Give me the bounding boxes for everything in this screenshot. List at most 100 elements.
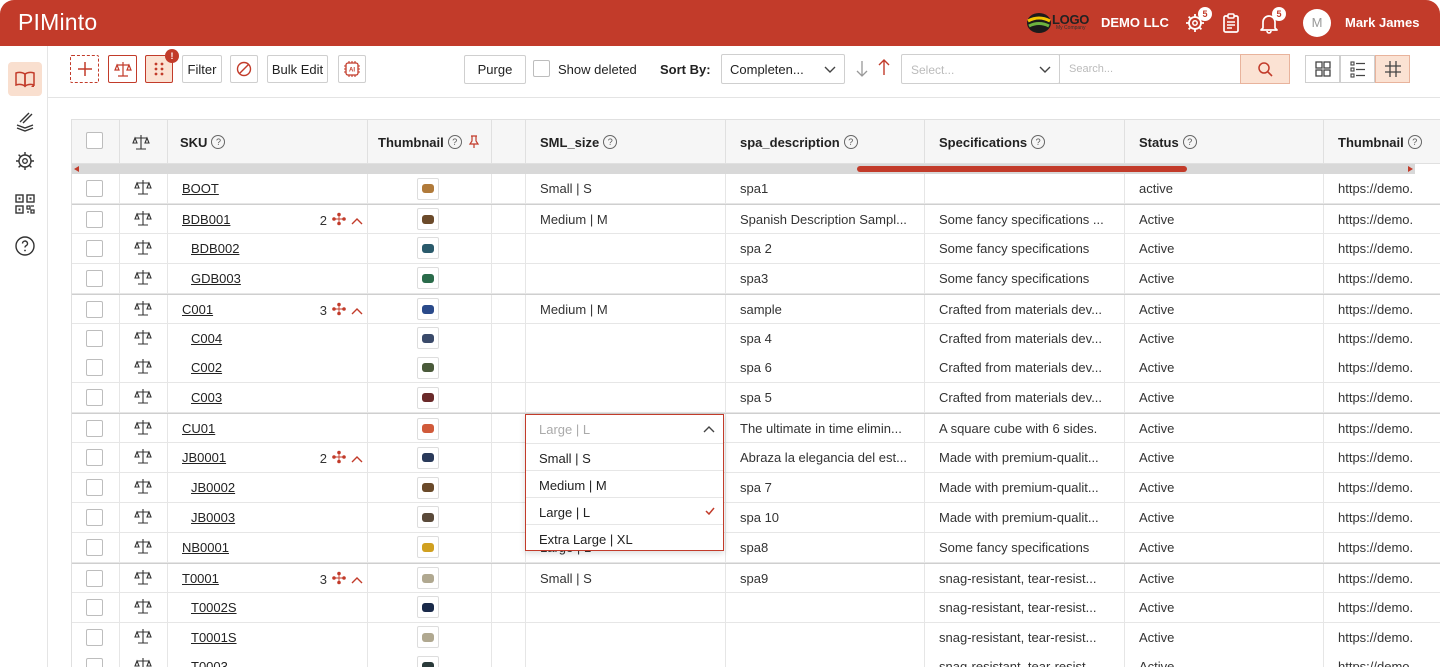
sku-link[interactable]: GDB003	[191, 271, 241, 286]
table-row[interactable]: T0002S snag-resistant, tear-resist... Acti…	[72, 592, 1440, 623]
row-checkbox[interactable]	[86, 239, 103, 257]
product-thumbnail[interactable]	[417, 476, 439, 499]
row-checkbox[interactable]	[86, 329, 103, 347]
size-option[interactable]: Medium | M	[526, 471, 723, 498]
table-row[interactable]: BDB001 2 Medium | M Spanish Description Sam…	[72, 203, 1440, 234]
sku-link[interactable]: BDB001	[182, 212, 230, 227]
ai-button[interactable]: AI	[338, 55, 366, 83]
help-icon[interactable]: ?	[603, 135, 618, 149]
scale-icon[interactable]	[134, 209, 152, 230]
sku-link[interactable]: NB0001	[182, 540, 229, 555]
column-options-button[interactable]: !	[145, 49, 179, 83]
spa-description-cell[interactable]: Spanish Description Sampl...	[726, 204, 925, 234]
size-dropdown-current[interactable]: Large | L	[526, 415, 723, 444]
status-cell[interactable]: Active	[1125, 204, 1324, 234]
scale-icon[interactable]	[134, 328, 152, 349]
sku-link[interactable]: CU01	[182, 421, 215, 436]
specifications-cell[interactable]: snag-resistant, tear-resist...	[925, 622, 1125, 652]
table-row[interactable]: BDB002 spa 2 Some fancy specifications Acti…	[72, 233, 1440, 264]
thumbnail-url-cell[interactable]: https://demo.	[1324, 264, 1440, 293]
product-thumbnail[interactable]	[417, 506, 439, 529]
specifications-cell[interactable]: Some fancy specifications ...	[925, 204, 1125, 234]
sidebar-item-settings[interactable]	[8, 144, 42, 178]
sort-ascending-icon[interactable]	[878, 58, 890, 76]
row-checkbox[interactable]	[86, 359, 103, 377]
sku-link[interactable]: C003	[191, 390, 222, 405]
sml-size-cell[interactable]: Medium | M	[526, 294, 726, 324]
sku-link[interactable]: BOOT	[182, 181, 219, 196]
help-icon[interactable]: ?	[843, 135, 858, 149]
status-cell[interactable]: Active	[1125, 473, 1324, 502]
spa-description-cell[interactable]: spa3	[726, 263, 925, 293]
product-thumbnail[interactable]	[417, 417, 439, 440]
size-option[interactable]: Extra Large | XL	[526, 525, 723, 552]
sku-link[interactable]: JB0001	[182, 450, 226, 465]
spa-description-cell[interactable]: spa 2	[726, 233, 925, 263]
row-checkbox[interactable]	[86, 269, 103, 287]
thumbnail-url-cell[interactable]: https://demo.	[1324, 205, 1440, 234]
avatar[interactable]: M	[1303, 9, 1331, 37]
product-thumbnail[interactable]	[417, 626, 439, 648]
thumbnail-url-cell[interactable]: https://demo.	[1324, 383, 1440, 412]
spa-description-cell[interactable]: spa8	[726, 532, 925, 562]
scale-icon[interactable]	[134, 299, 152, 320]
product-thumbnail[interactable]	[417, 536, 439, 559]
specifications-cell[interactable]: snag-resistant, tear-resist...	[925, 563, 1125, 593]
sml-size-cell[interactable]	[526, 383, 726, 413]
row-checkbox[interactable]	[86, 569, 103, 587]
table-row[interactable]: T0003 snag-resistant, tear-resist... Activ…	[72, 652, 1440, 667]
row-checkbox[interactable]	[86, 598, 103, 616]
sml-size-cell[interactable]: Small | S	[526, 563, 726, 593]
status-cell[interactable]: Active	[1125, 383, 1324, 413]
product-thumbnail[interactable]	[417, 356, 439, 379]
table-row[interactable]: JB0001 2 Abraza la elegancia del est... Mad…	[72, 443, 1440, 474]
help-icon[interactable]: ?	[1182, 135, 1197, 149]
specifications-cell[interactable]: Crafted from materials dev...	[925, 383, 1125, 413]
spa-description-cell[interactable]: spa9	[726, 563, 925, 593]
thumbnail-url-cell[interactable]: https://demo.	[1324, 174, 1440, 203]
sku-link[interactable]: C002	[191, 360, 222, 375]
sku-link[interactable]: T0001	[182, 571, 219, 586]
spa-description-cell[interactable]: spa1	[726, 174, 925, 203]
specifications-cell[interactable]: snag-resistant, tear-resist...	[925, 592, 1125, 622]
product-thumbnail[interactable]	[417, 267, 439, 290]
sml-size-cell[interactable]	[526, 652, 726, 667]
specifications-cell[interactable]: Made with premium-qualit...	[925, 443, 1125, 473]
table-row[interactable]: NB0001Large | Lspa8Some fancy specificat…	[72, 532, 1440, 563]
status-cell[interactable]: Active	[1125, 233, 1324, 263]
scale-icon[interactable]	[134, 507, 152, 528]
scrollbar-thumb[interactable]	[857, 166, 1187, 172]
settings-alert-button[interactable]: 5	[1184, 7, 1212, 34]
thumbnail-url-cell[interactable]: https://demo.	[1324, 414, 1440, 443]
variant-count[interactable]: 3	[320, 571, 363, 588]
status-cell[interactable]: Active	[1125, 622, 1324, 652]
table-view-button[interactable]	[1375, 55, 1410, 83]
help-icon[interactable]: ?	[1407, 135, 1422, 149]
scroll-right-icon[interactable]	[1407, 166, 1413, 172]
spa-description-cell[interactable]: The ultimate in time elimin...	[726, 414, 925, 444]
table-row[interactable]: JB0003 spa 10 Made with premium-qualit... A…	[72, 502, 1440, 533]
sml-size-cell[interactable]: Medium | M	[526, 204, 726, 234]
column-header-status[interactable]: Status?	[1125, 120, 1324, 164]
thumbnail-url-cell[interactable]: https://demo.	[1324, 593, 1440, 622]
spa-description-cell[interactable]	[726, 622, 925, 652]
table-row[interactable]: BOOT Small | Sspa1 active https://demo.	[72, 174, 1440, 204]
tasks-button[interactable]	[1220, 12, 1242, 34]
thumbnail-url-cell[interactable]: https://demo.	[1324, 473, 1440, 502]
status-cell[interactable]: Active	[1125, 563, 1324, 593]
status-cell[interactable]: Active	[1125, 443, 1324, 473]
sidebar-item-catalog[interactable]	[8, 62, 42, 96]
variant-count[interactable]: 2	[320, 212, 363, 229]
status-cell[interactable]: Active	[1125, 263, 1324, 293]
product-thumbnail[interactable]	[417, 208, 439, 231]
collapse-chevron-icon[interactable]	[351, 213, 363, 228]
scale-icon[interactable]	[134, 387, 152, 408]
scroll-left-icon[interactable]	[74, 166, 80, 172]
spa-description-cell[interactable]: sample	[726, 294, 925, 324]
size-option[interactable]: Small | S	[526, 444, 723, 471]
status-cell[interactable]: Active	[1125, 592, 1324, 622]
specifications-cell[interactable]: Made with premium-qualit...	[925, 473, 1125, 502]
attribute-select[interactable]: Select...	[901, 54, 1060, 84]
table-row[interactable]: C002 spa 6 Crafted from materials dev... Ac…	[72, 353, 1440, 384]
collapse-chevron-icon[interactable]	[351, 303, 363, 318]
